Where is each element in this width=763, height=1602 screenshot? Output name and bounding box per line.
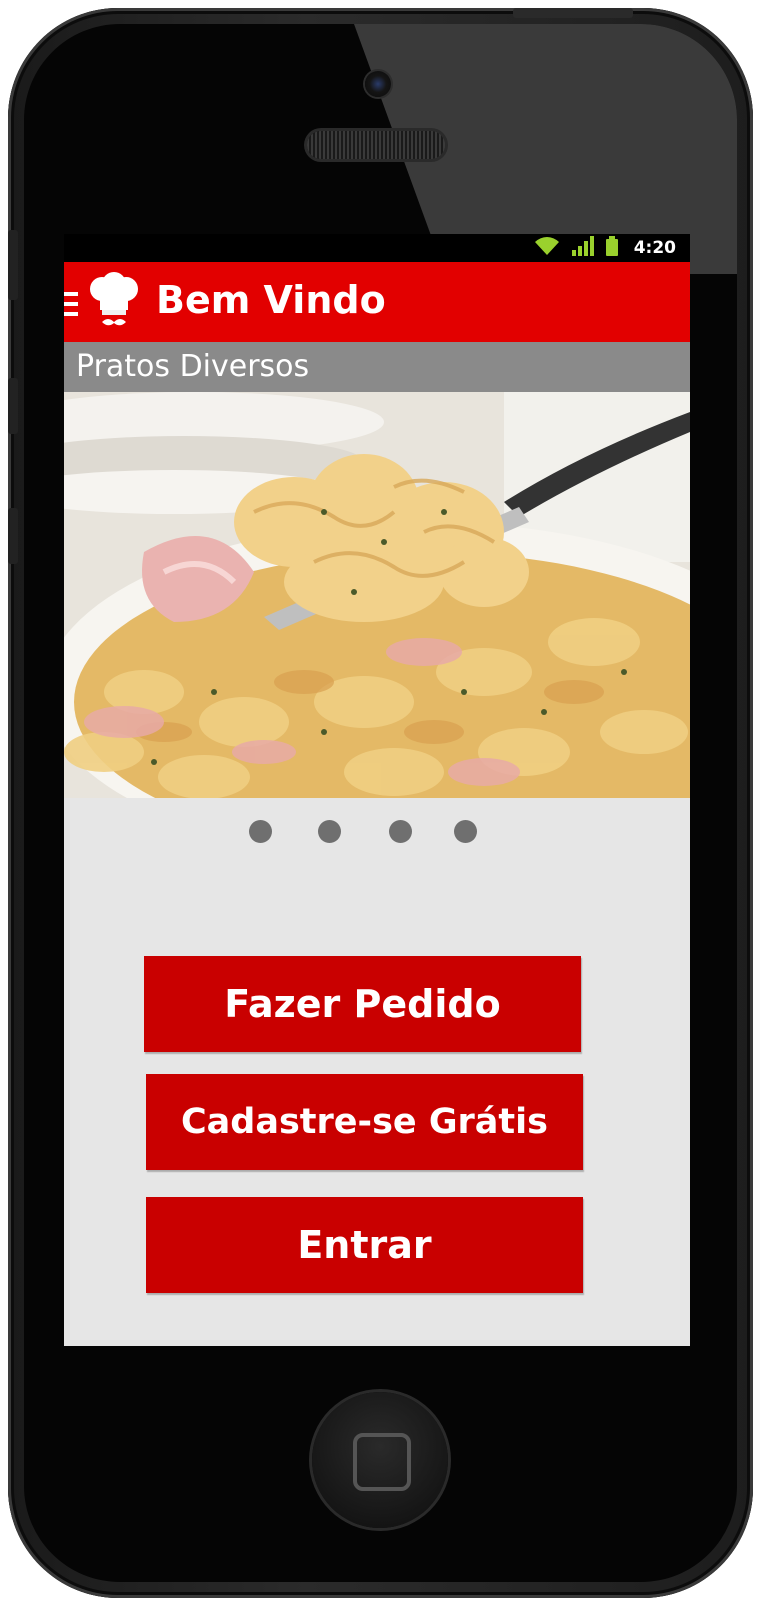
section-header: Pratos Diversos: [64, 342, 690, 392]
section-title: Pratos Diversos: [76, 349, 310, 384]
login-button[interactable]: Entrar: [146, 1197, 583, 1293]
app-bar: Bem Vindo: [64, 262, 690, 342]
order-button[interactable]: Fazer Pedido: [144, 956, 581, 1052]
drawer-icon[interactable]: [64, 290, 78, 318]
front-camera: [365, 71, 391, 97]
app-screen: 4:20 Bem Vindo Pratos Diversos Fazer Ped…: [64, 234, 690, 1346]
home-square-icon: [353, 1433, 411, 1491]
carousel-dot[interactable]: [249, 820, 272, 843]
earpiece-speaker: [307, 131, 445, 159]
wifi-icon: [534, 236, 560, 260]
carousel-dot[interactable]: [389, 820, 412, 843]
power-button: [513, 8, 633, 18]
app-title: Bem Vindo: [156, 278, 386, 322]
home-button[interactable]: [312, 1392, 448, 1528]
volume-up-button: [8, 378, 18, 434]
carousel-dot[interactable]: [454, 820, 477, 843]
status-time: 4:20: [633, 238, 676, 258]
carousel-dot[interactable]: [318, 820, 341, 843]
volume-down-button: [8, 508, 18, 564]
battery-icon: [605, 236, 618, 260]
signal-icon: [571, 236, 594, 260]
status-bar: 4:20: [64, 234, 690, 262]
signup-button[interactable]: Cadastre-se Grátis: [146, 1074, 583, 1170]
carousel-image[interactable]: [64, 392, 690, 798]
carousel-indicator: [64, 820, 690, 844]
chef-hat-icon[interactable]: [86, 272, 142, 332]
mute-switch: [8, 230, 18, 300]
